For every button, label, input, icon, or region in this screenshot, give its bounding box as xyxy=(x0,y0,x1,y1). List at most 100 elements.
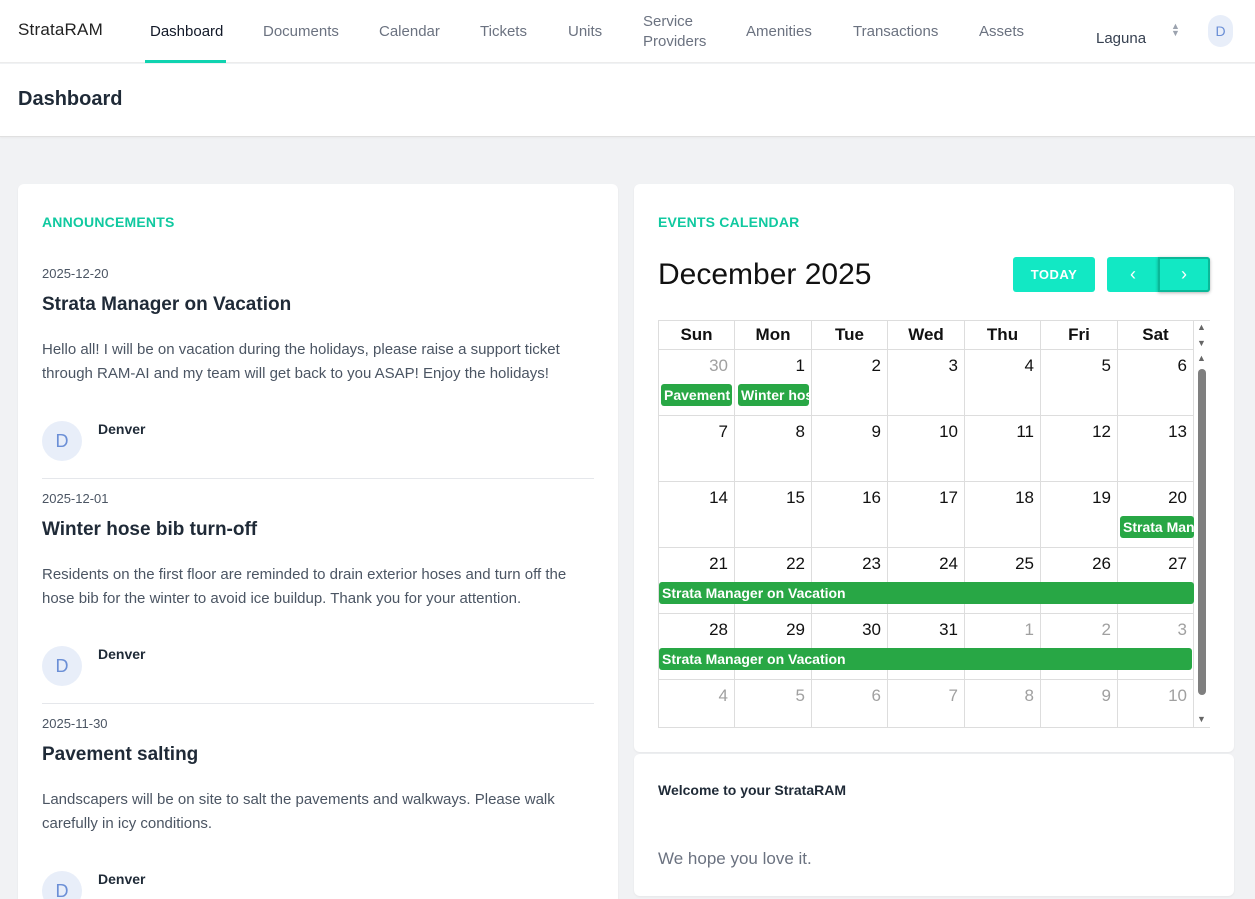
calendar-day-cell[interactable]: 15 xyxy=(735,482,812,548)
calendar-day-cell[interactable]: 7 xyxy=(888,680,965,728)
nav-service-providers[interactable]: Service Providers xyxy=(643,0,706,63)
calendar-day-cell[interactable]: 3 xyxy=(888,350,965,416)
calendar-day-cell[interactable]: 20 xyxy=(1118,482,1194,548)
nav-calendar[interactable]: Calendar xyxy=(379,0,440,63)
welcome-card: Welcome to your StrataRAM We hope you lo… xyxy=(634,754,1234,896)
weekday-header: Mon xyxy=(735,321,812,350)
announcement-date: 2025-11-30 xyxy=(42,716,108,731)
calendar-day-cell[interactable]: 4 xyxy=(659,680,735,728)
scroll-up-icon[interactable]: ▲ xyxy=(1197,323,1206,332)
calendar-grid: Sat Fri Thu Wed Tue Mon Sun 30 1 2 3 4 5 6 7 8 9 10 11 12 1… xyxy=(658,320,1210,728)
calendar-day-cell[interactable]: 12 xyxy=(1041,416,1118,482)
day-number: 18 xyxy=(1015,488,1034,507)
day-number: 9 xyxy=(871,422,881,441)
user-avatar[interactable]: D xyxy=(1208,15,1233,47)
scrollbar-thumb[interactable] xyxy=(1198,369,1206,695)
weekday-header: Tue xyxy=(812,321,888,350)
calendar-day-cell[interactable]: 26 xyxy=(1041,548,1118,614)
calendar-day-cell[interactable]: 21 xyxy=(659,548,735,614)
nav-transactions[interactable]: Transactions xyxy=(853,0,938,63)
calendar-day-cell[interactable]: 9 xyxy=(812,416,888,482)
day-number: 8 xyxy=(1024,686,1034,705)
announcement-author: Denver xyxy=(98,646,146,662)
day-number: 4 xyxy=(1024,356,1034,375)
calendar-day-cell[interactable]: 6 xyxy=(1118,350,1194,416)
calendar-day-cell[interactable]: 2 xyxy=(812,350,888,416)
brand-logo[interactable]: StrataRAM xyxy=(18,20,103,40)
calendar-day-cell[interactable]: 2 xyxy=(1041,614,1118,680)
day-number: 26 xyxy=(1092,554,1111,573)
calendar-day-cell[interactable]: 22 xyxy=(735,548,812,614)
announcement-title[interactable]: Winter hose bib turn-off xyxy=(42,519,257,541)
nav-amenities[interactable]: Amenities xyxy=(746,0,812,63)
calendar-day-cell[interactable]: 10 xyxy=(1118,680,1194,728)
calendar-day-cell[interactable]: 29 xyxy=(735,614,812,680)
calendar-day-cell[interactable]: 27 xyxy=(1118,548,1194,614)
calendar-day-cell[interactable]: 13 xyxy=(1118,416,1194,482)
nav-dashboard[interactable]: Dashboard xyxy=(150,0,223,63)
calendar-day-cell[interactable]: 31 xyxy=(888,614,965,680)
calendar-event[interactable]: Strata Manager on Vacation xyxy=(659,582,1194,604)
calendar-day-cell[interactable]: 30 xyxy=(659,350,735,416)
prev-month-button[interactable]: ‹ xyxy=(1107,257,1159,292)
nav-assets[interactable]: Assets xyxy=(979,0,1024,63)
next-month-button[interactable]: › xyxy=(1158,257,1210,292)
weekday-header: Sun xyxy=(659,321,735,350)
day-number: 12 xyxy=(1092,422,1111,441)
calendar-scrollbar[interactable]: ▲ ▼ ▲ ▼ xyxy=(1194,321,1210,727)
day-number: 22 xyxy=(786,554,805,573)
calendar-day-cell[interactable]: 1 xyxy=(735,350,812,416)
calendar-day-cell[interactable]: 24 xyxy=(888,548,965,614)
calendar-day-cell[interactable]: 6 xyxy=(812,680,888,728)
page-title: Dashboard xyxy=(18,88,123,110)
calendar-day-cell[interactable]: 14 xyxy=(659,482,735,548)
welcome-title: Welcome to your StrataRAM xyxy=(658,782,846,798)
calendar-day-cell[interactable]: 3 xyxy=(1118,614,1194,680)
scroll-down-icon[interactable]: ▼ xyxy=(1197,339,1206,348)
calendar-day-cell[interactable]: 4 xyxy=(965,350,1041,416)
day-number: 24 xyxy=(939,554,958,573)
calendar-event[interactable]: Strata Mana xyxy=(1120,516,1194,538)
calendar-day-cell[interactable]: 8 xyxy=(965,680,1041,728)
calendar-day-cell[interactable]: 17 xyxy=(888,482,965,548)
day-number: 14 xyxy=(709,488,728,507)
calendar-day-cell[interactable]: 10 xyxy=(888,416,965,482)
announcements-card: ANNOUNCEMENTS 2025-12-20 Strata Manager … xyxy=(18,184,618,899)
author-avatar: D xyxy=(42,871,82,899)
calendar-day-cell[interactable]: 8 xyxy=(735,416,812,482)
day-number: 2 xyxy=(871,356,881,375)
calendar-day-cell[interactable]: 5 xyxy=(735,680,812,728)
nav-tickets[interactable]: Tickets xyxy=(480,0,527,63)
nav-documents[interactable]: Documents xyxy=(263,0,339,63)
calendar-day-cell[interactable]: 19 xyxy=(1041,482,1118,548)
calendar-month-title: December 2025 xyxy=(658,258,872,291)
calendar-day-cell[interactable]: 28 xyxy=(659,614,735,680)
calendar-day-cell[interactable]: 7 xyxy=(659,416,735,482)
building-selector[interactable]: Laguna xyxy=(1096,30,1146,47)
announcement-title[interactable]: Strata Manager on Vacation xyxy=(42,294,291,316)
calendar-day-cell[interactable]: 1 xyxy=(965,614,1041,680)
calendar-event[interactable]: Strata Manager on Vacation xyxy=(659,648,1192,670)
calendar-day-cell[interactable]: 11 xyxy=(965,416,1041,482)
scroll-up-icon[interactable]: ▲ xyxy=(1197,354,1206,363)
announcement-title[interactable]: Pavement salting xyxy=(42,744,198,766)
calendar-day-cell[interactable]: 25 xyxy=(965,548,1041,614)
scroll-down-icon[interactable]: ▼ xyxy=(1197,715,1206,724)
divider xyxy=(42,703,594,704)
calendar-day-cell[interactable]: 16 xyxy=(812,482,888,548)
top-navbar: StrataRAM Dashboard Documents Calendar T… xyxy=(0,0,1255,63)
weekday-header: Sat xyxy=(1118,321,1194,350)
calendar-day-cell[interactable]: 18 xyxy=(965,482,1041,548)
updown-caret-icon[interactable]: ▲ ▼ xyxy=(1171,22,1180,38)
nav-units[interactable]: Units xyxy=(568,0,602,63)
today-button[interactable]: TODAY xyxy=(1013,257,1095,292)
calendar-day-cell[interactable]: 5 xyxy=(1041,350,1118,416)
day-number: 5 xyxy=(1101,356,1111,375)
calendar-day-cell[interactable]: 30 xyxy=(812,614,888,680)
calendar-event[interactable]: Pavement xyxy=(661,384,732,406)
calendar-event[interactable]: Winter hos xyxy=(738,384,809,406)
calendar-day-cell[interactable]: 9 xyxy=(1041,680,1118,728)
day-number: 17 xyxy=(939,488,958,507)
day-number: 5 xyxy=(795,686,805,705)
calendar-day-cell[interactable]: 23 xyxy=(812,548,888,614)
